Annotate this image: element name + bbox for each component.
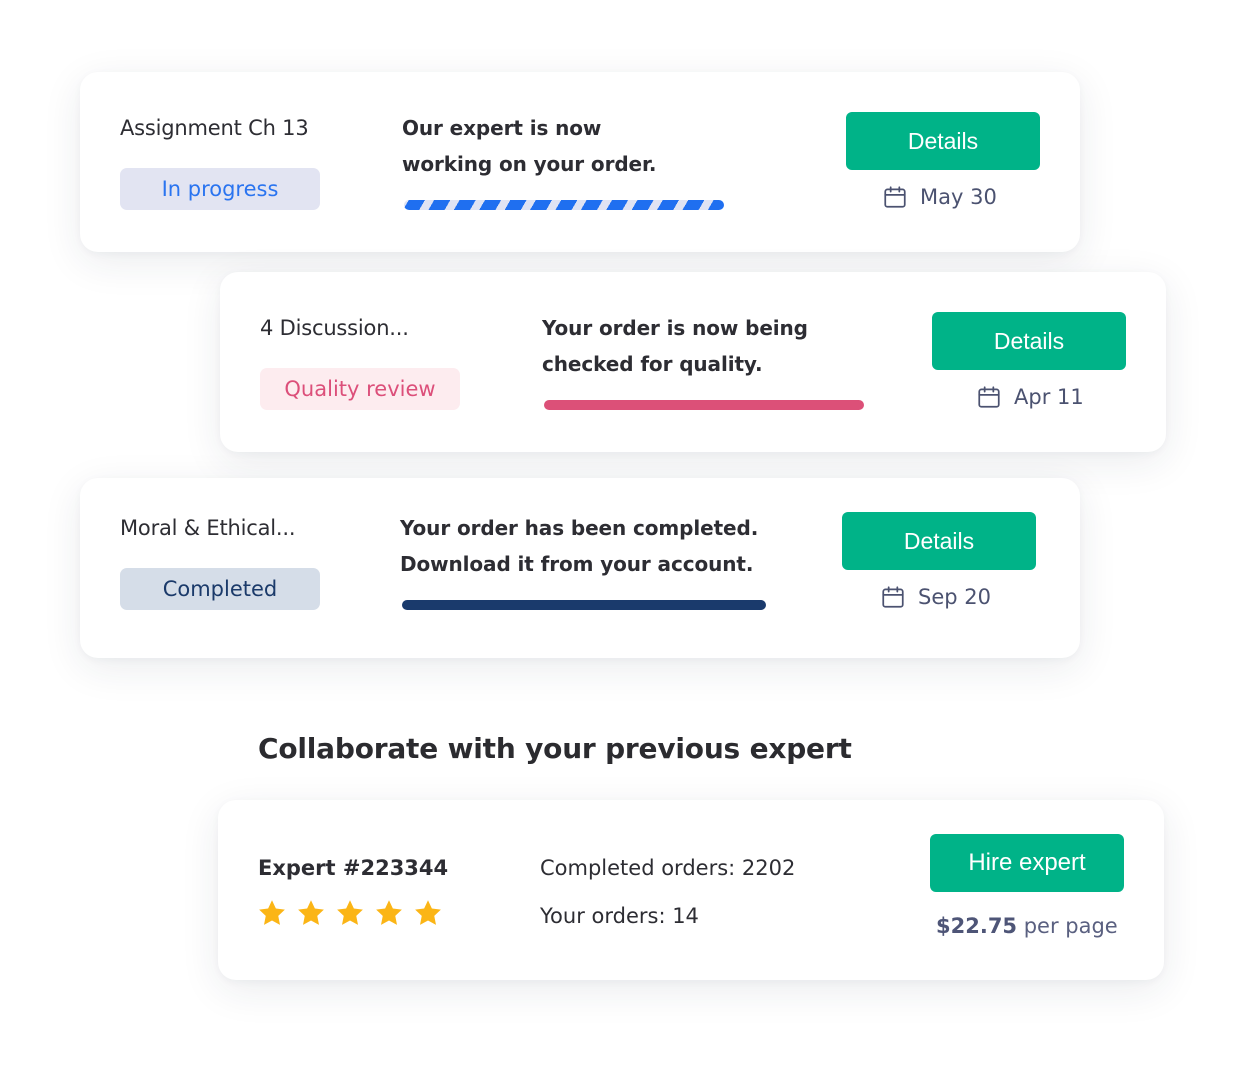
message-line: checked for quality.: [542, 352, 763, 376]
details-button[interactable]: Details: [842, 512, 1036, 570]
order-card: Assignment Ch 13 In progress Our expert …: [80, 72, 1080, 252]
message-line: Our expert is now: [402, 116, 602, 140]
hire-expert-button[interactable]: Hire expert: [930, 834, 1124, 892]
star-icon: [298, 900, 324, 925]
status-badge: Completed: [120, 568, 320, 610]
status-badge: Quality review: [260, 368, 460, 410]
message-line: Download it from your account.: [400, 552, 754, 576]
price-unit: per page: [1017, 914, 1118, 938]
star-icon: [376, 900, 402, 925]
progress-bar: [404, 200, 724, 210]
status-badge: In progress: [120, 168, 320, 210]
rating-stars: [256, 898, 444, 928]
details-button[interactable]: Details: [932, 312, 1126, 370]
progress-bar: [402, 600, 766, 610]
message-line: Your order has been completed.: [400, 516, 759, 540]
message-line: working on your order.: [402, 152, 657, 176]
progress-bar: [544, 400, 864, 410]
message-line: Your order is now being: [542, 316, 808, 340]
star-icon: [415, 900, 441, 925]
expert-name: Expert #223344: [258, 856, 449, 880]
order-status-message: Our expert is now working on your order.: [402, 110, 657, 182]
order-title: Moral & Ethical...: [120, 516, 296, 540]
order-status-message: Your order has been completed. Download …: [400, 510, 758, 582]
calendar-icon: [978, 386, 1000, 408]
price-value: $22.75: [936, 914, 1018, 938]
due-date: May 30: [882, 184, 997, 210]
due-date-text: Apr 11: [1014, 385, 1084, 409]
your-orders: Your orders: 14: [540, 904, 699, 928]
due-date-text: Sep 20: [918, 585, 991, 609]
star-icon: [337, 900, 363, 925]
order-title: Assignment Ch 13: [120, 116, 309, 140]
expert-card: Expert #223344 Completed orders: 2202 Yo…: [218, 800, 1164, 980]
order-card: 4 Discussion... Quality review Your orde…: [220, 272, 1166, 452]
calendar-icon: [884, 186, 906, 208]
star-icon: [259, 900, 285, 925]
completed-orders: Completed orders: 2202: [540, 856, 796, 880]
section-heading: Collaborate with your previous expert: [258, 732, 852, 765]
due-date: Sep 20: [880, 584, 991, 610]
order-status-message: Your order is now being checked for qual…: [542, 310, 808, 382]
price-per-page: $22.75 per page: [936, 914, 1118, 938]
due-date-text: May 30: [920, 185, 997, 209]
details-button[interactable]: Details: [846, 112, 1040, 170]
order-title: 4 Discussion...: [260, 316, 409, 340]
due-date: Apr 11: [976, 384, 1084, 410]
order-card: Moral & Ethical... Completed Your order …: [80, 478, 1080, 658]
calendar-icon: [882, 586, 904, 608]
